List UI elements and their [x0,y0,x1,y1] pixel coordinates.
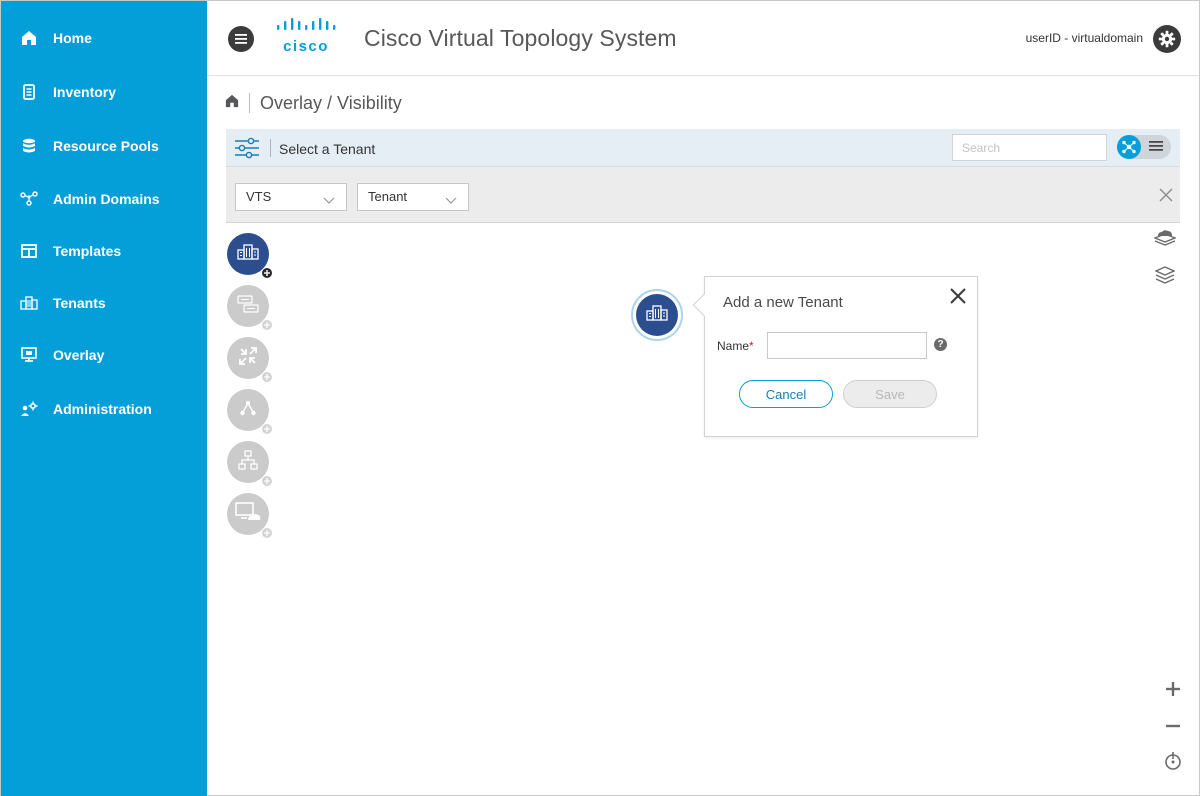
svg-text:cisco: cisco [283,38,329,55]
list-view-icon [1149,141,1163,151]
user-id-label[interactable]: userID - virtualdomain [1026,31,1143,45]
topology-view-icon [1122,140,1136,154]
building-icon [237,243,259,265]
tenants-icon [20,294,38,312]
hamburger-icon [235,34,247,44]
search-input[interactable] [952,134,1107,161]
sidebar-item-administration[interactable]: Administration [1,389,207,429]
admin-domains-icon [20,190,38,208]
save-button[interactable]: Save [843,380,937,408]
network-icon [237,294,259,318]
dropdown-row: VTS Tenant [226,167,1180,223]
popover-close-button[interactable] [949,287,967,305]
inventory-icon [20,83,38,101]
chevron-down-icon [444,190,458,204]
menu-button[interactable] [228,26,254,52]
zoom-out-icon[interactable] [1162,715,1184,737]
breadcrumb: Overlay / Visibility [225,90,402,116]
tenant-node[interactable] [631,289,683,341]
app-window: Home Inventory Resource Pools Admin Doma… [0,0,1200,796]
sidebar-item-label: Admin Domains [53,191,160,207]
sidebar-item-inventory[interactable]: Inventory [1,72,207,112]
list-view-button[interactable] [1147,140,1165,154]
sidebar-item-tenants[interactable]: Tenants [1,283,207,323]
settings-button[interactable] [1153,25,1181,53]
tenant-name-input[interactable] [767,332,927,359]
tenant-tool-button[interactable] [227,233,273,279]
close-icon [1159,188,1173,202]
cloud-vm-tool-button[interactable] [227,493,273,539]
app-title: Cisco Virtual Topology System [364,25,677,51]
cloud-vm-icon [235,501,261,528]
sidebar-item-label: Home [53,30,92,46]
chevron-down-icon [322,190,336,204]
sidebar-item-label: Resource Pools [53,138,159,154]
layers-icon[interactable] [1154,264,1176,286]
vts-select-value: VTS [246,189,272,204]
add-tenant-popover: Add a new Tenant Name* ? Cancel Save [692,276,978,437]
sidebar-item-admin-domains[interactable]: Admin Domains [1,179,207,219]
cloud-layer-icon[interactable] [1154,226,1176,248]
close-icon [950,288,966,304]
zoom-in-icon[interactable] [1162,678,1184,700]
sidebar-item-label: Templates [53,243,122,259]
router-icon [237,345,259,372]
monitor-icon [20,346,38,364]
gear-icon [1158,30,1176,48]
topology-icon [239,399,257,422]
network-tool-button[interactable] [227,285,273,331]
home-icon [20,29,38,47]
name-field-label: Name* [717,339,754,353]
tenant-node-inner [636,294,678,336]
cancel-button[interactable]: Cancel [739,380,833,408]
tenant-select[interactable]: Tenant [357,183,469,211]
help-icon[interactable]: ? [934,338,947,351]
add-badge-icon [261,319,273,331]
sidebar-item-label: Overlay [53,347,105,363]
popover-title: Add a new Tenant [723,294,843,311]
topology-view-button[interactable] [1117,135,1141,159]
reset-view-icon[interactable] [1162,750,1184,772]
filter-bar: Select a Tenant [226,129,1180,167]
sidebar-item-overlay[interactable]: Overlay [1,335,207,375]
cisco-logo: cisco [275,18,339,58]
required-marker: * [749,339,754,353]
home-icon[interactable] [225,94,239,113]
hierarchy-tool-button[interactable] [227,441,273,487]
building-icon [646,304,668,326]
sidebar-item-home[interactable]: Home [1,18,207,58]
tenant-select-value: Tenant [368,189,408,204]
sidebar-item-label: Inventory [53,84,117,100]
view-toggle[interactable] [1117,135,1171,159]
sidebar-item-label: Tenants [53,295,106,311]
add-badge-icon [261,267,273,279]
select-tenant-label: Select a Tenant [279,141,376,157]
administration-icon [20,400,38,418]
name-label-text: Name [717,339,750,353]
database-icon [20,137,38,155]
close-filter-button[interactable] [1158,187,1174,203]
sidebar: Home Inventory Resource Pools Admin Doma… [1,1,207,796]
add-badge-icon [261,475,273,487]
add-badge-icon [261,423,273,435]
add-badge-icon [261,527,273,539]
sidebar-item-templates[interactable]: Templates [1,231,207,271]
vts-select[interactable]: VTS [235,183,347,211]
sidebar-item-resource-pools[interactable]: Resource Pools [1,126,207,166]
header: cisco Cisco Virtual Topology System user… [207,1,1199,76]
breadcrumb-text: Overlay / Visibility [260,92,402,113]
templates-icon [20,242,38,260]
popover-arrow [692,293,716,317]
sidebar-item-label: Administration [53,401,152,417]
filter-sliders-icon[interactable] [234,137,260,159]
hierarchy-icon [238,449,258,475]
filter-divider [270,139,271,157]
router-tool-button[interactable] [227,337,273,383]
topology-tool-button[interactable] [227,389,273,435]
breadcrumb-divider [249,93,250,113]
add-badge-icon [261,371,273,383]
